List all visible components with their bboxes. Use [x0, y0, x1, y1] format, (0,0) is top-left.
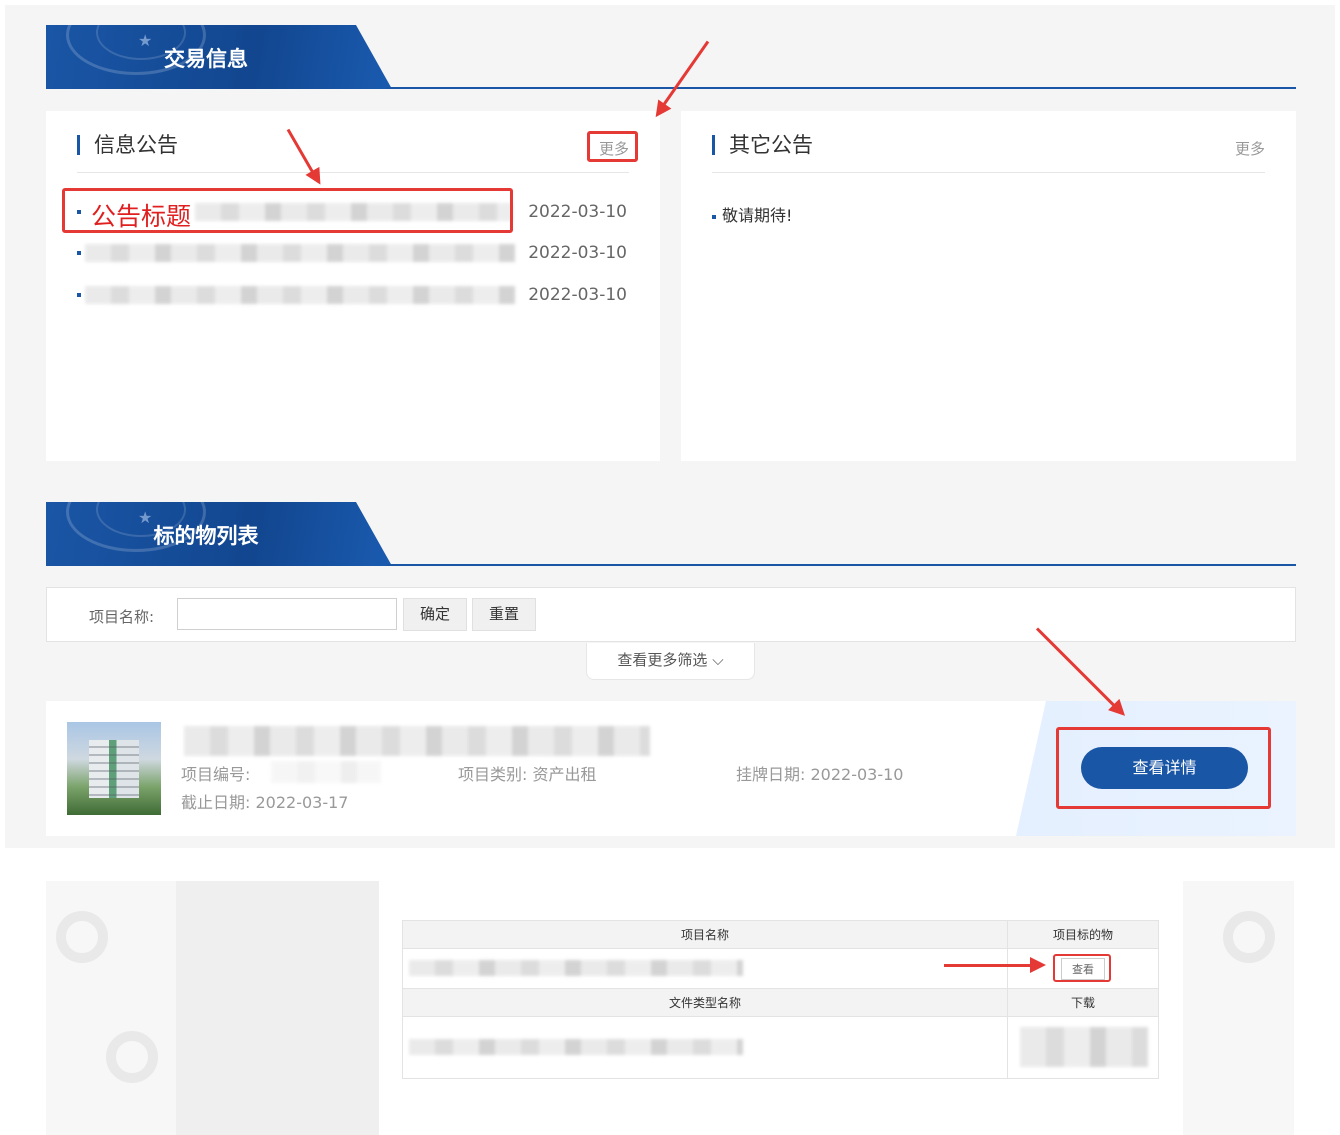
other-notice-panel: 其它公告 更多 敬请期待!: [681, 111, 1296, 461]
watermark-icon: [106, 1031, 158, 1083]
item-code: 项目编号:: [181, 765, 251, 784]
highlight-box: [62, 188, 513, 233]
watermark-icon: [1223, 911, 1275, 963]
notice-date: 2022-03-10: [528, 243, 627, 263]
bullet-icon: [712, 214, 716, 219]
blurred-text: [85, 244, 515, 262]
blurred-text: [409, 1039, 743, 1055]
section-underline: [386, 87, 1296, 89]
top-screen: ★ 交易信息 信息公告 更多 公告标题 2022-03-10 2022-03-1…: [5, 5, 1335, 848]
divider: [712, 172, 1265, 173]
item-thumbnail[interactable]: [67, 722, 161, 815]
annotation-arrow: [944, 957, 1046, 973]
side-panel: [1183, 881, 1294, 1135]
item-category: 项目类别: 资产出租: [458, 765, 597, 784]
section-header-trade-info: ★ 交易信息: [46, 25, 1296, 89]
panel-title: 其它公告: [712, 135, 813, 156]
section-title: 标的物列表: [153, 524, 259, 548]
panel-title: 信息公告: [77, 135, 178, 156]
item-listed-date: 挂牌日期: 2022-03-10: [736, 765, 904, 784]
blurred-download-link[interactable]: [1020, 1027, 1148, 1067]
table-row: [402, 1016, 1159, 1079]
col-file-type: 文件类型名称: [402, 988, 1008, 1017]
col-project-target: 项目标的物: [1007, 920, 1159, 949]
item-deadline: 截止日期: 2022-03-17: [181, 793, 349, 812]
col-project-name: 项目名称: [402, 920, 1008, 949]
col-download: 下载: [1007, 988, 1159, 1017]
section-title: 交易信息: [164, 47, 248, 71]
download-cell[interactable]: [1007, 1016, 1159, 1079]
notice-row[interactable]: 2022-03-10: [77, 238, 627, 268]
table-header-row: 项目名称 项目标的物: [402, 920, 1159, 949]
confirm-button[interactable]: 确定: [403, 598, 467, 631]
side-panel: [46, 881, 176, 1135]
highlight-box: [587, 131, 638, 162]
blurred-item-title[interactable]: [184, 726, 650, 756]
notice-date: 2022-03-10: [528, 285, 627, 305]
document-table: 项目名称 项目标的物 查看 文件类型名称 下载: [402, 920, 1159, 1079]
section-tab: ★ 交易信息: [46, 25, 392, 89]
section-underline: [386, 564, 1296, 566]
blurred-cell: [402, 1016, 1008, 1079]
notice-panel: 信息公告 更多 公告标题 2022-03-10 2022-03-10 2022-…: [46, 111, 660, 461]
item-card: 项目编号: 项目类别: 资产出租 挂牌日期: 2022-03-10 截止日期: …: [46, 701, 1296, 836]
reset-button[interactable]: 重置: [472, 598, 536, 631]
more-filter-toggle[interactable]: 查看更多筛选 ⌵: [586, 643, 755, 680]
table-header-row: 文件类型名称 下载: [402, 988, 1159, 1017]
bullet-icon: [77, 251, 81, 255]
side-panel: [176, 881, 379, 1135]
more-link[interactable]: 更多: [1235, 138, 1265, 159]
divider: [77, 172, 629, 173]
notice-row[interactable]: 2022-03-10: [77, 280, 627, 310]
other-notice-text: 敬请期待!: [722, 206, 793, 225]
other-notice-item: 敬请期待!: [712, 202, 792, 226]
blurred-text: [271, 761, 381, 783]
notice-date: 2022-03-10: [528, 202, 627, 222]
blurred-text: [85, 286, 515, 304]
highlight-box: [1056, 727, 1271, 809]
filter-label: 项目名称:: [89, 608, 155, 626]
building-image: [89, 740, 139, 798]
filter-bar: 项目名称: 确定 重置: [46, 587, 1296, 642]
bullet-icon: [77, 293, 81, 297]
highlight-box: [1053, 954, 1111, 982]
section-header-item-list: ★ 标的物列表: [46, 502, 1296, 566]
blurred-text: [409, 960, 743, 976]
watermark-icon: [56, 911, 108, 963]
section-tab: ★ 标的物列表: [46, 502, 392, 566]
project-name-input[interactable]: [177, 598, 397, 630]
blurred-cell: [402, 948, 1008, 989]
